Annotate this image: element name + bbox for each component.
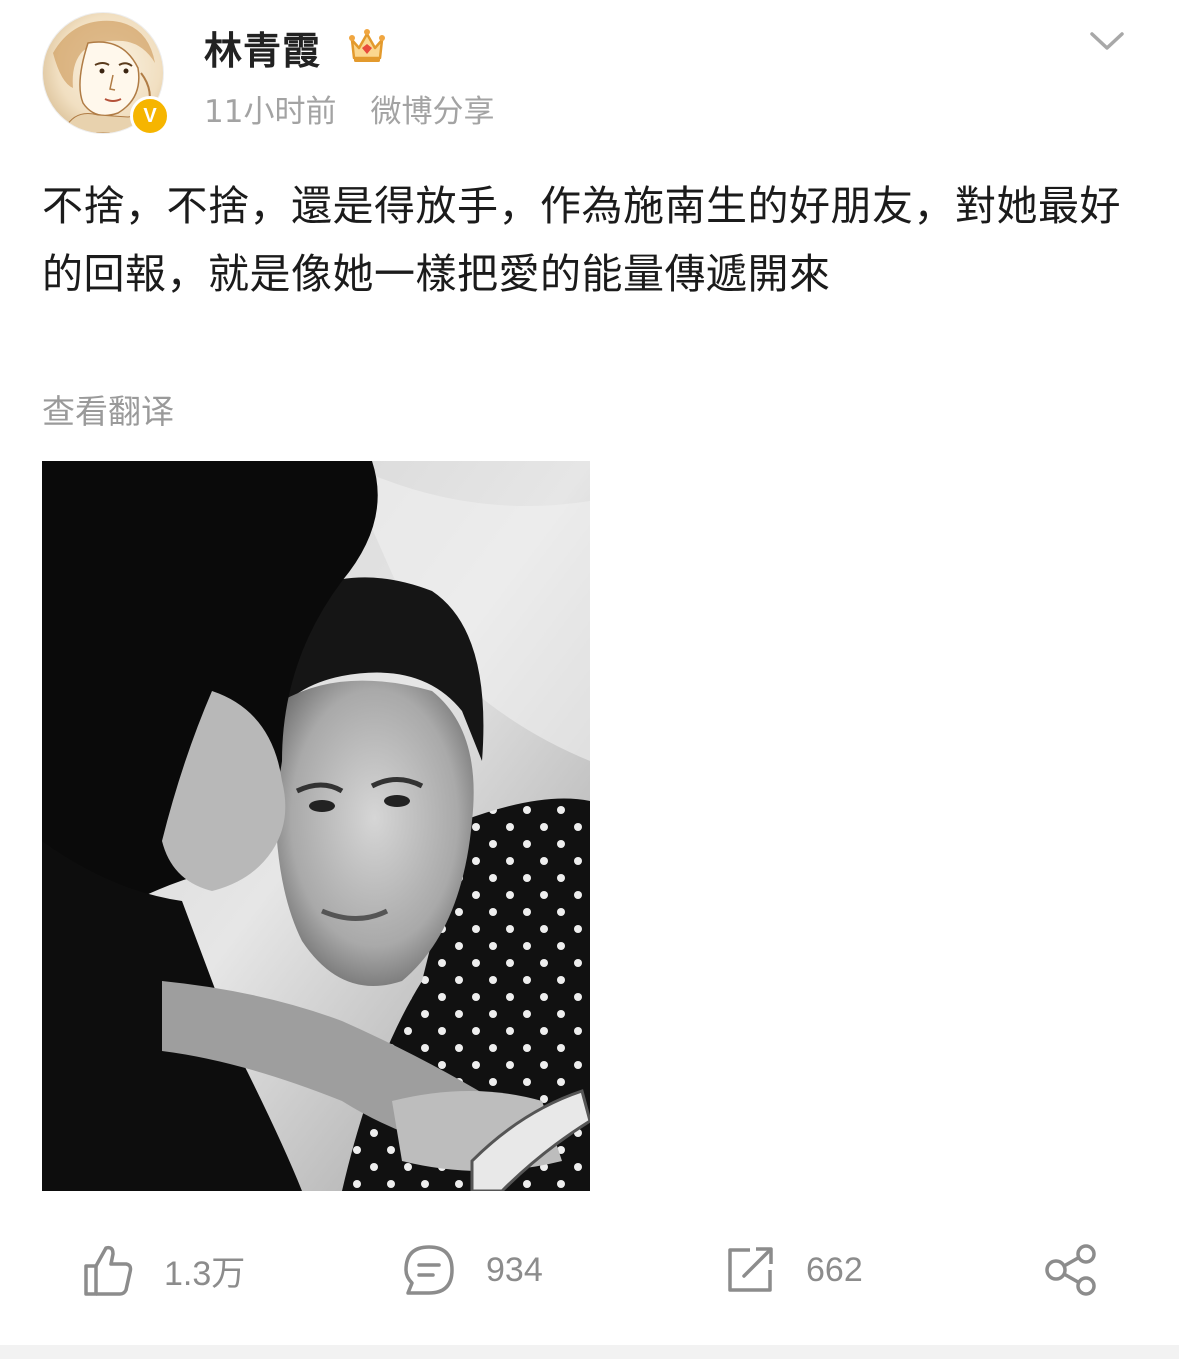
post-image[interactable] <box>42 461 590 1191</box>
repost-button[interactable]: 662 <box>724 1230 863 1310</box>
comment-icon <box>404 1245 454 1295</box>
comment-count: 934 <box>486 1250 543 1289</box>
share-icon <box>1045 1244 1096 1296</box>
repost-count: 662 <box>806 1250 863 1289</box>
post-source[interactable]: 微博分享 <box>370 94 494 130</box>
thumbs-up-icon <box>84 1245 133 1296</box>
comment-button[interactable]: 934 <box>402 1230 543 1310</box>
share-button[interactable] <box>1044 1230 1098 1310</box>
verified-badge: V <box>130 96 170 136</box>
crown-icon[interactable] <box>346 26 388 66</box>
like-count: 1.3万 <box>164 1254 246 1293</box>
translate-link[interactable]: 查看翻译 <box>42 385 174 433</box>
chevron-down-icon[interactable] <box>1088 28 1126 54</box>
action-bar: 1.3万 934 662 <box>0 1230 1179 1310</box>
weibo-post: V 林青霞 11小时前 微博分享 不捨，不捨，還是得放手，作為施南生的好朋友，對她… <box>0 0 1179 1345</box>
repost-icon <box>728 1247 773 1292</box>
post-time: 11小时前 <box>204 94 337 130</box>
like-button[interactable]: 1.3万 <box>82 1230 245 1310</box>
post-text: 不捨，不捨，還是得放手，作為施南生的好朋友，對她最好的回報，就是像她一樣把愛的能… <box>42 182 1121 298</box>
post-meta: 11小时前 微博分享 <box>204 86 494 131</box>
black-and-white-photo-icon <box>42 461 590 1191</box>
author-name[interactable]: 林青霞 <box>204 20 321 75</box>
feed-separator <box>0 1345 1179 1359</box>
